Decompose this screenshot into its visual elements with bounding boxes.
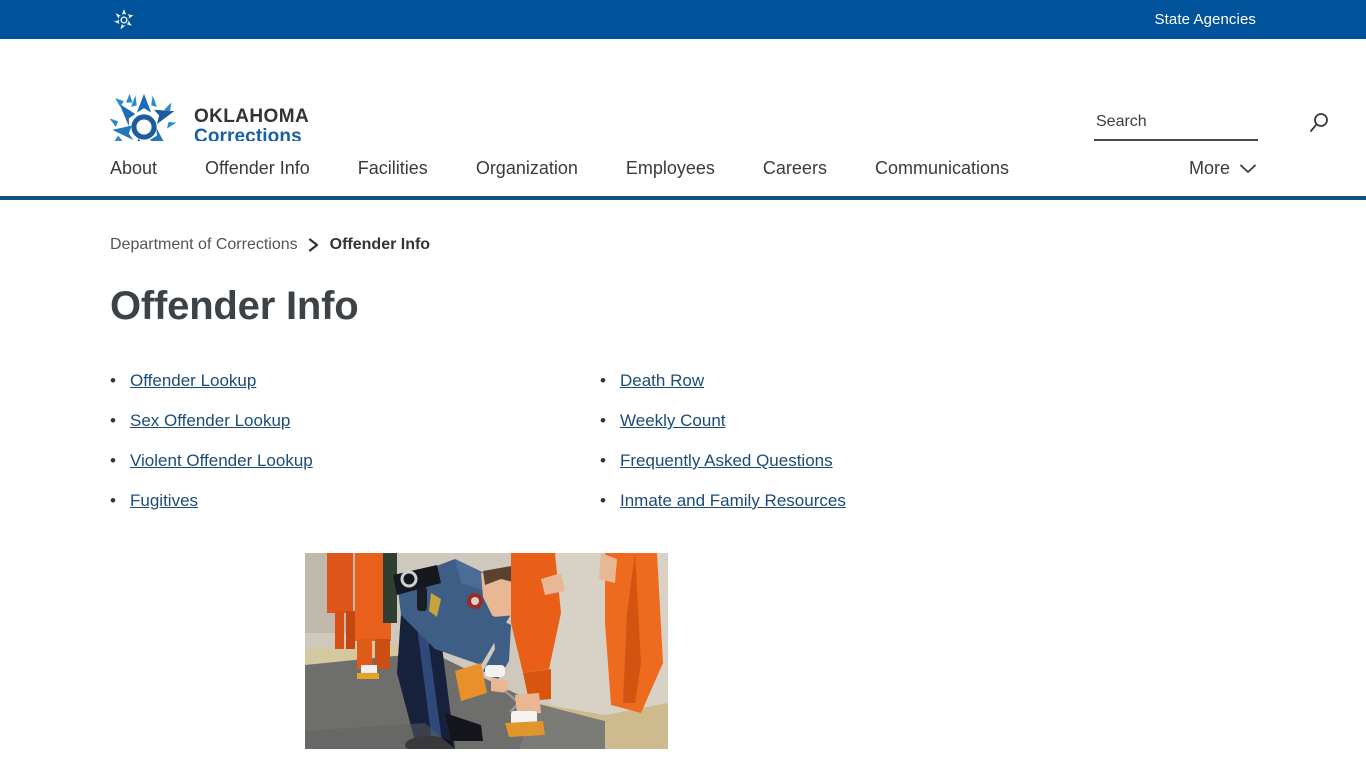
top-bar-link-group: State Agencies bbox=[1155, 0, 1256, 39]
list-item: • Sex Offender Lookup bbox=[110, 411, 600, 431]
link-fugitives[interactable]: Fugitives bbox=[130, 491, 198, 511]
bullet-icon: • bbox=[110, 451, 116, 470]
link-sex-offender-lookup[interactable]: Sex Offender Lookup bbox=[130, 411, 290, 431]
brand-line-oklahoma: OKLAHOMA bbox=[194, 106, 310, 128]
nav-item-communications[interactable]: Communications bbox=[875, 158, 1009, 179]
search-icon bbox=[1307, 113, 1331, 138]
bullet-icon: • bbox=[600, 451, 606, 470]
resource-link-columns: • Offender Lookup • Sex Offender Lookup … bbox=[110, 371, 1256, 531]
link-inmate-and-family-resources[interactable]: Inmate and Family Resources bbox=[620, 491, 846, 511]
nav-more-menu[interactable]: More bbox=[1189, 141, 1256, 196]
bullet-icon: • bbox=[600, 411, 606, 430]
site-header: OKLAHOMA Corrections bbox=[0, 39, 1366, 161]
chevron-right-icon bbox=[308, 238, 320, 252]
bullet-icon: • bbox=[110, 491, 116, 510]
page-title: Offender Info bbox=[110, 284, 359, 328]
link-list-right: • Death Row • Weekly Count • Frequently … bbox=[600, 371, 1090, 511]
nav-item-about[interactable]: About bbox=[110, 158, 157, 179]
nav-list: About Offender Info Facilities Organizat… bbox=[110, 141, 1057, 196]
bullet-icon: • bbox=[110, 411, 116, 430]
oklahoma-star-icon[interactable] bbox=[110, 7, 138, 33]
link-violent-offender-lookup[interactable]: Violent Offender Lookup bbox=[130, 451, 313, 471]
list-item: • Death Row bbox=[600, 371, 1090, 391]
nav-item-organization[interactable]: Organization bbox=[476, 158, 578, 179]
search-input[interactable] bbox=[1094, 113, 1305, 133]
link-death-row[interactable]: Death Row bbox=[620, 371, 704, 391]
main-navigation: About Offender Info Facilities Organizat… bbox=[0, 141, 1366, 200]
offender-info-photo bbox=[305, 553, 668, 749]
nav-more-label: More bbox=[1188, 158, 1230, 178]
search-submit-button[interactable] bbox=[1305, 111, 1333, 135]
list-item: • Fugitives bbox=[110, 491, 600, 511]
list-item: • Violent Offender Lookup bbox=[110, 451, 600, 471]
breadcrumb-parent-link[interactable]: Department of Corrections bbox=[110, 236, 298, 254]
list-item: • Offender Lookup bbox=[110, 371, 600, 391]
link-frequently-asked-questions[interactable]: Frequently Asked Questions bbox=[620, 451, 833, 471]
resource-links-right-column: • Death Row • Weekly Count • Frequently … bbox=[600, 371, 1090, 531]
link-offender-lookup[interactable]: Offender Lookup bbox=[130, 371, 256, 391]
nav-item-careers[interactable]: Careers bbox=[763, 158, 827, 179]
breadcrumb-current: Offender Info bbox=[329, 236, 431, 253]
bullet-icon: • bbox=[110, 371, 116, 390]
nav-item-facilities[interactable]: Facilities bbox=[358, 158, 428, 179]
list-item: • Weekly Count bbox=[600, 411, 1090, 431]
nav-item-employees[interactable]: Employees bbox=[626, 158, 715, 179]
bullet-icon: • bbox=[600, 491, 606, 510]
chevron-down-icon bbox=[1240, 158, 1256, 179]
page-content: Department of Corrections Offender Info … bbox=[0, 236, 1366, 749]
list-item: • Inmate and Family Resources bbox=[600, 491, 1090, 511]
search-box[interactable] bbox=[1094, 111, 1328, 141]
resource-links-left-column: • Offender Lookup • Sex Offender Lookup … bbox=[110, 371, 600, 531]
bullet-icon: • bbox=[600, 371, 606, 390]
link-list-left: • Offender Lookup • Sex Offender Lookup … bbox=[110, 371, 600, 511]
state-agencies-link[interactable]: State Agencies bbox=[1155, 11, 1256, 28]
list-item: • Frequently Asked Questions bbox=[600, 451, 1090, 471]
top-utility-bar: State Agencies bbox=[0, 0, 1366, 39]
link-weekly-count[interactable]: Weekly Count bbox=[620, 411, 726, 431]
breadcrumb: Department of Corrections Offender Info bbox=[110, 236, 1256, 254]
nav-item-offender-info[interactable]: Offender Info bbox=[205, 158, 310, 179]
